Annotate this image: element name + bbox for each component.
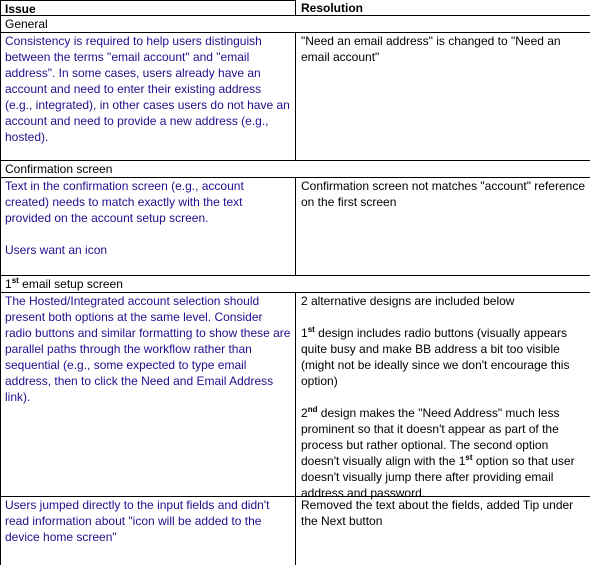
resolution-text: 1st design includes radio buttons (visua… bbox=[301, 325, 586, 389]
ordinal-number: 1 bbox=[301, 326, 308, 340]
section-header-confirmation: Confirmation screen bbox=[0, 161, 590, 177]
resolution-text: 2nd design makes the "Need Address" much… bbox=[301, 405, 586, 501]
section-title: General bbox=[5, 17, 48, 31]
resolution-cell: Removed the text about the fields, added… bbox=[295, 497, 590, 565]
resolution-text: Removed the text about the fields, added… bbox=[301, 498, 574, 528]
section-title: Confirmation screen bbox=[5, 162, 113, 176]
issue-text: Users jumped directly to the input field… bbox=[5, 498, 270, 544]
issue-cell: Text in the confirmation screen (e.g., a… bbox=[0, 178, 296, 276]
resolution-text: 2 alternative designs are included below bbox=[301, 294, 515, 308]
resolution-sentence: design includes radio buttons (visually … bbox=[301, 326, 570, 388]
header-issue: Issue bbox=[0, 0, 296, 16]
ordinal-sup: st bbox=[465, 453, 473, 462]
issue-text: Consistency is required to help users di… bbox=[5, 34, 290, 144]
resolution-text: "Need an email address" is changed to "N… bbox=[301, 34, 561, 64]
section-title: email setup screen bbox=[18, 277, 123, 291]
resolution-cell: Confirmation screen not matches "account… bbox=[295, 178, 590, 276]
table-header-row: Issue Resolution bbox=[0, 0, 590, 16]
issue-text: The Hosted/Integrated account selection … bbox=[5, 294, 291, 404]
issue-cell: Users jumped directly to the input field… bbox=[0, 497, 296, 565]
section-header-general: General bbox=[0, 16, 590, 32]
issue-cell: Consistency is required to help users di… bbox=[0, 33, 296, 161]
issue-cell: The Hosted/Integrated account selection … bbox=[0, 293, 296, 497]
resolution-cell: 2 alternative designs are included below… bbox=[295, 293, 590, 500]
ordinal-sup: nd bbox=[307, 405, 318, 414]
table-row: Consistency is required to help users di… bbox=[0, 33, 590, 161]
header-resolution: Resolution bbox=[301, 1, 363, 15]
table-row: The Hosted/Integrated account selection … bbox=[0, 293, 590, 500]
resolution-text: Confirmation screen not matches "account… bbox=[301, 179, 585, 209]
section-title-sup: st bbox=[11, 276, 19, 285]
ordinal-sup: st bbox=[307, 325, 315, 334]
ordinal-number: 2 bbox=[301, 406, 308, 420]
issue-text: Text in the confirmation screen (e.g., a… bbox=[5, 179, 244, 225]
table-row: Text in the confirmation screen (e.g., a… bbox=[0, 178, 590, 276]
issue-text: Users want an icon bbox=[5, 243, 108, 257]
section-title-number: 1 bbox=[5, 277, 12, 291]
resolution-cell: "Need an email address" is changed to "N… bbox=[295, 33, 590, 161]
section-header-email-setup: 1st email setup screen bbox=[0, 276, 590, 292]
table-row: Users jumped directly to the input field… bbox=[0, 497, 590, 565]
